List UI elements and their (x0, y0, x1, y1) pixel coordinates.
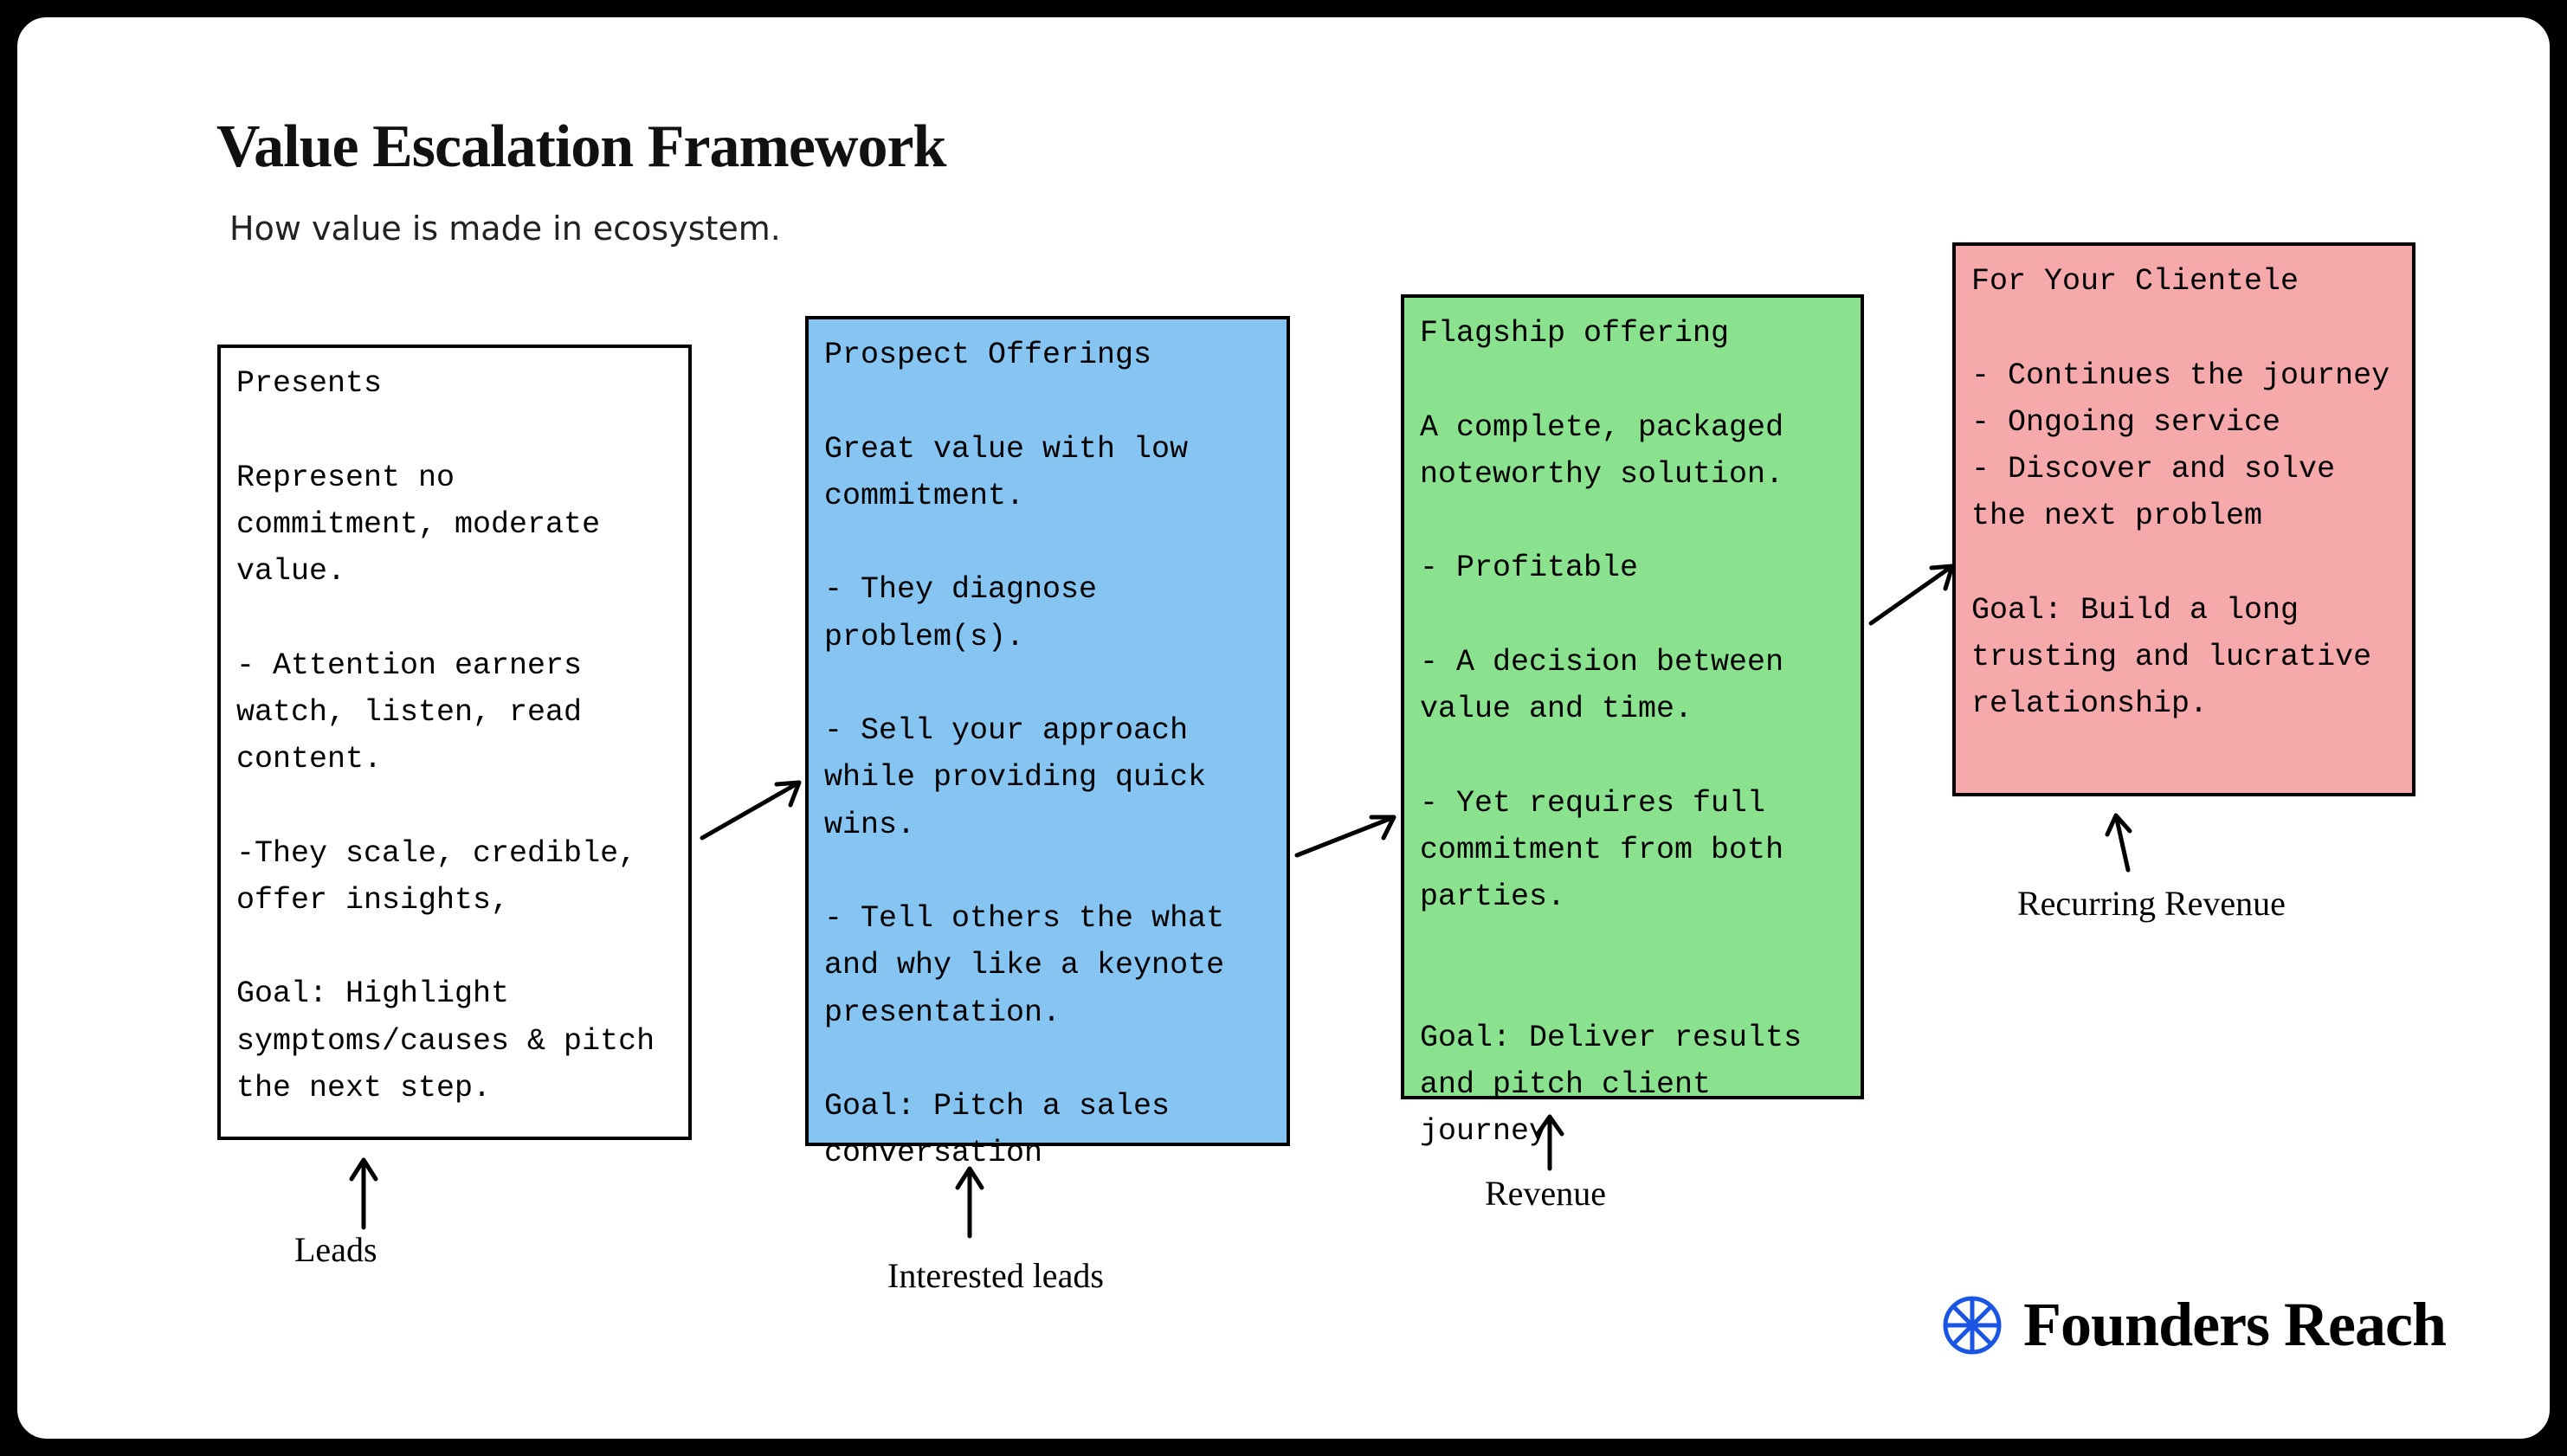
brand-text: Founders Reach (2023, 1289, 2446, 1361)
arrow-up-flagship (1524, 1108, 1576, 1173)
arrow-presents-to-prospect (697, 770, 809, 848)
diagram-frame: Value Escalation Framework How value is … (12, 12, 2555, 1444)
brand-icon (1942, 1295, 2003, 1356)
label-clientele: Recurring Revenue (2017, 883, 2286, 924)
box-prospect: Prospect Offerings Great value with low … (805, 316, 1290, 1146)
label-flagship: Revenue (1485, 1173, 1606, 1214)
arrow-up-prospect (944, 1158, 996, 1240)
box-clientele: For Your Clientele - Continues the journ… (1952, 242, 2415, 796)
page-title: Value Escalation Framework (216, 113, 945, 182)
box-flagship: Flagship offering A complete, packaged n… (1401, 294, 1864, 1099)
label-presents: Leads (294, 1229, 377, 1270)
arrow-up-clientele (2095, 805, 2147, 874)
arrow-prospect-to-flagship (1292, 805, 1404, 866)
arrow-up-presents (338, 1150, 390, 1232)
box-presents: Presents Represent no commitment, modera… (217, 345, 692, 1140)
brand: Founders Reach (1942, 1289, 2446, 1361)
label-prospect: Interested leads (887, 1255, 1104, 1296)
page-subtitle: How value is made in ecosystem. (229, 209, 781, 248)
arrow-flagship-to-clientele (1866, 554, 1961, 632)
